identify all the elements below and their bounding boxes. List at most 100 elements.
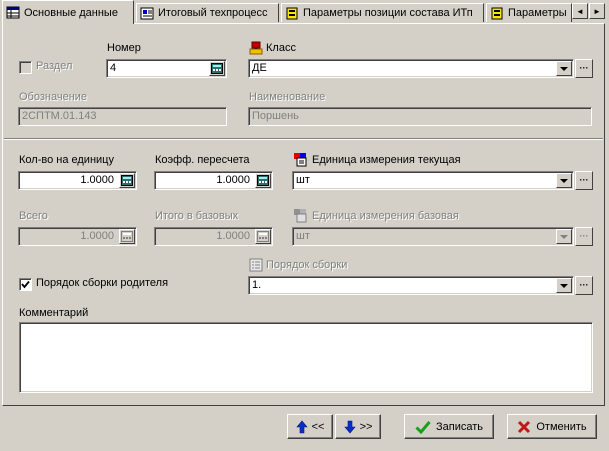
calculator-button[interactable]	[209, 61, 225, 76]
cancel-label: Отменить	[536, 420, 587, 433]
coef-value: 1.0000	[216, 174, 250, 186]
techprocess-icon	[140, 7, 154, 19]
comment-textarea[interactable]	[19, 322, 593, 393]
total-label: Всего	[19, 210, 48, 222]
tab-label: Параметры	[508, 7, 567, 19]
tab-main-data[interactable]: Основные данные	[2, 0, 134, 24]
calculator-icon	[257, 175, 269, 186]
chevron-right-icon: ►	[593, 6, 601, 16]
prev-record-label: <<	[311, 420, 325, 433]
parent-order-label: Порядок сборки родителя	[36, 277, 169, 289]
section-checkbox[interactable]	[19, 61, 32, 74]
qty-value: 1.0000	[80, 174, 114, 186]
unit-current-dropdown-button[interactable]	[556, 173, 572, 188]
order-dropdown-button[interactable]	[556, 278, 572, 293]
arrow-down-icon	[343, 420, 356, 433]
class-combobox[interactable]: ДЕ	[248, 59, 574, 78]
unit-current-label: Единица измерения текущая	[312, 154, 461, 166]
checkmark-icon	[21, 280, 30, 289]
base-total-value: 1.0000	[216, 230, 250, 242]
order-label: Порядок сборки	[266, 259, 348, 271]
total-value: 1.0000	[80, 230, 114, 242]
parameters-icon	[491, 7, 503, 19]
base-total-calculator-button[interactable]	[255, 229, 271, 244]
calculator-icon	[257, 231, 269, 242]
calculator-icon	[121, 175, 133, 186]
unit-current-value: шт	[296, 174, 310, 186]
order-ellipsis-button[interactable]: ···	[575, 276, 593, 295]
table-icon	[6, 6, 20, 19]
class-dropdown-button[interactable]	[556, 61, 572, 76]
next-record-button[interactable]: >>	[335, 414, 381, 439]
tab-strip: Основные данные Итоговый техпроцесс Пара…	[0, 0, 609, 24]
tab-label: Основные данные	[24, 6, 118, 19]
ellipsis-icon: ···	[579, 175, 589, 185]
next-record-label: >>	[359, 420, 373, 433]
tab-composition-params[interactable]: Параметры позиции состава ИТп	[281, 3, 484, 22]
class-icon	[249, 41, 263, 55]
class-value: ДЕ	[252, 62, 267, 74]
unit-base-dropdown-button[interactable]	[556, 229, 572, 244]
designation-input[interactable]: 2СПТМ.01.143	[18, 107, 227, 126]
calculator-icon	[211, 63, 223, 74]
number-input[interactable]: 4	[106, 59, 227, 78]
number-label: Номер	[107, 42, 141, 54]
unit-current-ellipsis-button[interactable]: ···	[575, 171, 593, 190]
total-input[interactable]: 1.0000	[18, 227, 137, 246]
class-label: Класс	[266, 42, 296, 54]
coef-label: Коэфф. пересчета	[155, 154, 250, 166]
coef-input[interactable]: 1.0000	[154, 171, 273, 190]
tab-label: Параметры позиции состава ИТп	[303, 7, 473, 19]
name-label: Наименование	[249, 91, 326, 103]
order-value: 1.	[252, 279, 262, 291]
designation-label: Обозначение	[19, 91, 88, 103]
base-total-input[interactable]: 1.0000	[154, 227, 273, 246]
list-order-icon	[249, 258, 263, 272]
save-label: Записать	[435, 420, 483, 433]
class-ellipsis-button[interactable]: ···	[575, 59, 593, 78]
order-combobox[interactable]: 1.	[248, 276, 574, 295]
section-label: Раздел	[36, 60, 73, 72]
parent-order-checkbox[interactable]	[19, 278, 32, 291]
unit-base-label: Единица измерения базовая	[312, 210, 459, 222]
qty-label: Кол-во на единицу	[19, 154, 114, 166]
ellipsis-icon: ···	[579, 63, 589, 73]
qty-input[interactable]: 1.0000	[18, 171, 137, 190]
arrow-up-icon	[295, 420, 308, 433]
ellipsis-icon: ···	[579, 231, 589, 241]
tab-label: Итоговый техпроцесс	[158, 7, 268, 19]
divider	[4, 138, 603, 140]
number-value: 4	[110, 62, 117, 74]
designation-value: 2СПТМ.01.143	[22, 110, 97, 122]
prev-record-button[interactable]: <<	[287, 414, 333, 439]
tab-parameters[interactable]: Параметры	[486, 3, 572, 22]
ellipsis-icon: ···	[579, 280, 589, 290]
close-icon	[518, 420, 531, 433]
unit-base-value: шт	[296, 230, 310, 242]
base-total-label: Итого в базовых	[155, 210, 239, 222]
name-input[interactable]: Поршень	[248, 107, 592, 126]
calculator-icon	[121, 231, 133, 242]
total-calculator-button[interactable]	[119, 229, 135, 244]
chevron-down-icon	[560, 283, 568, 288]
unit-base-icon	[294, 209, 307, 223]
chevron-down-icon	[560, 66, 568, 71]
checkmark-icon	[415, 420, 431, 434]
save-button[interactable]: Записать	[404, 414, 494, 439]
tab-scroll-right-button[interactable]: ►	[589, 3, 605, 19]
chevron-down-icon	[560, 178, 568, 183]
unit-base-ellipsis-button[interactable]: ···	[575, 227, 593, 246]
qty-calculator-button[interactable]	[119, 173, 135, 188]
tab-scroll-left-button[interactable]: ◄	[572, 3, 588, 19]
coef-calculator-button[interactable]	[255, 173, 271, 188]
cancel-button[interactable]: Отменить	[507, 414, 597, 439]
parameters-icon	[286, 7, 298, 19]
unit-base-combobox[interactable]: шт	[292, 227, 574, 246]
unit-icon	[294, 153, 307, 167]
unit-current-combobox[interactable]: шт	[292, 171, 574, 190]
name-value: Поршень	[252, 110, 299, 122]
tab-final-techprocess[interactable]: Итоговый техпроцесс	[136, 3, 279, 22]
chevron-left-icon: ◄	[576, 6, 584, 16]
comment-label: Комментарий	[19, 307, 89, 319]
chevron-down-icon	[560, 234, 568, 239]
